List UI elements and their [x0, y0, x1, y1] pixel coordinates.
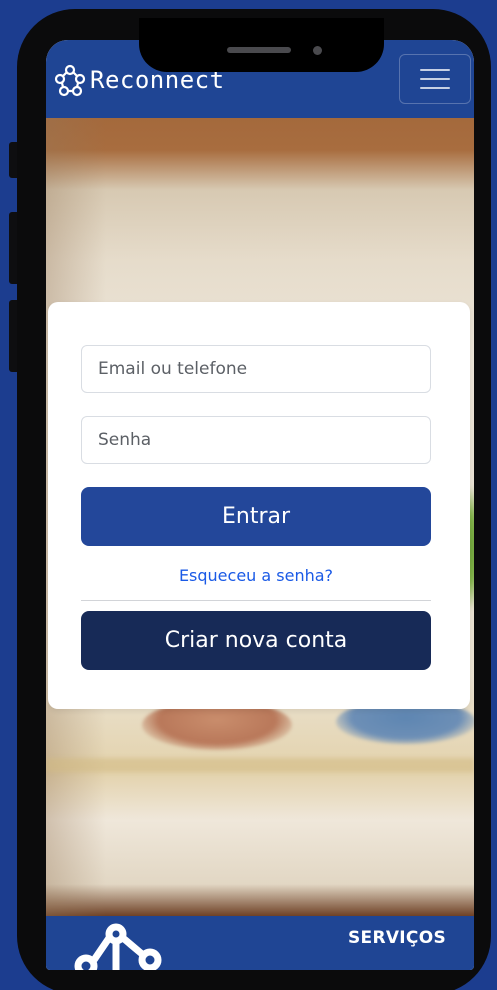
- footer-network-logo-icon: [74, 923, 162, 970]
- forgot-password-link[interactable]: Esqueceu a senha?: [81, 566, 431, 585]
- hamburger-menu-icon-bar: [420, 87, 450, 89]
- device-mockup-stage: Reconnect Entrar Esqueceu a senha? Criar…: [0, 0, 497, 990]
- phone-screen: Reconnect Entrar Esqueceu a senha? Criar…: [46, 40, 474, 970]
- site-footer: SERVIÇOS: [46, 916, 474, 970]
- phone-camera: [313, 46, 322, 55]
- email-field[interactable]: [81, 345, 431, 393]
- phone-volume-down-button: [9, 300, 17, 372]
- hamburger-menu-icon-bar: [420, 78, 450, 80]
- hero-band: [46, 758, 474, 772]
- phone-volume-up-button: [9, 212, 17, 284]
- login-card: Entrar Esqueceu a senha? Criar nova cont…: [48, 302, 470, 709]
- footer-services-heading: SERVIÇOS: [348, 928, 446, 948]
- password-field[interactable]: [81, 416, 431, 464]
- hamburger-menu-icon: [420, 69, 450, 71]
- hamburger-menu-button[interactable]: [399, 54, 471, 104]
- phone-mute-switch: [9, 142, 17, 178]
- phone-notch: [139, 18, 384, 72]
- login-button[interactable]: Entrar: [81, 487, 431, 546]
- phone-speaker: [227, 47, 291, 53]
- divider: [81, 600, 431, 601]
- network-logo-icon: [54, 64, 86, 97]
- create-account-button[interactable]: Criar nova conta: [81, 611, 431, 670]
